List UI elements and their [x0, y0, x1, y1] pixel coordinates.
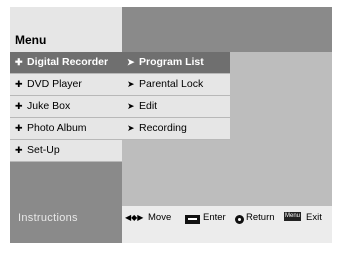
submenu-item-label: Program List [139, 56, 204, 68]
header-right-panel [122, 7, 332, 52]
submenu-item-edit[interactable]: ➤ Edit [122, 96, 230, 118]
enter-key-icon [185, 215, 200, 224]
instructions-panel: Instructions [10, 206, 122, 243]
submenu-item-recording[interactable]: ➤ Recording [122, 118, 230, 140]
dvd-menu-screen: Menu ✚ Digital Recorder ✚ DVD Player ✚ J… [10, 7, 332, 243]
move-label: Move [148, 212, 172, 223]
exit-label: Exit [306, 212, 322, 223]
arrow-icon: ➤ [127, 101, 135, 111]
plus-icon: ✚ [15, 57, 23, 67]
main-menu-item-label: Digital Recorder [27, 56, 109, 68]
main-menu-item-set-up[interactable]: ✚ Set-Up [10, 140, 122, 162]
detail-panel [230, 52, 332, 206]
enter-label: Enter [203, 212, 226, 223]
main-menu-item-juke-box[interactable]: ✚ Juke Box [10, 96, 122, 118]
arrow-icon: ➤ [127, 79, 135, 89]
main-menu-item-digital-recorder[interactable]: ✚ Digital Recorder [10, 52, 122, 74]
instructions-title: Instructions [18, 212, 78, 224]
key-guide: ◀◆▶ Move Enter Return Menu Exit [122, 206, 332, 243]
arrow-icon: ➤ [127, 123, 135, 133]
plus-icon: ✚ [15, 101, 23, 111]
plus-icon: ✚ [15, 145, 23, 155]
return-label: Return [246, 212, 275, 223]
return-key-icon [235, 215, 244, 224]
plus-icon: ✚ [15, 79, 23, 89]
menu-key-icon: Menu [284, 212, 302, 221]
main-menu-item-label: Photo Album [27, 122, 87, 134]
menu-title: Menu [15, 33, 47, 47]
main-menu-item-photo-album[interactable]: ✚ Photo Album [10, 118, 122, 140]
submenu-item-label: Edit [139, 100, 158, 112]
main-menu-item-dvd-player[interactable]: ✚ DVD Player [10, 74, 122, 96]
submenu-item-label: Recording [139, 122, 187, 134]
submenu-item-parental-lock[interactable]: ➤ Parental Lock [122, 74, 230, 96]
header-left-panel: Menu [10, 7, 122, 52]
key-guide-strip: ◀◆▶ Move Enter Return Menu Exit [122, 209, 332, 227]
arrow-keys-icon: ◀◆▶ [125, 213, 144, 222]
main-menu-item-label: Set-Up [27, 144, 60, 156]
main-menu-item-label: DVD Player [27, 78, 82, 90]
submenu-item-program-list[interactable]: ➤ Program List [122, 52, 230, 74]
instruction-bar: Instructions ◀◆▶ Move Enter Return Menu … [10, 206, 332, 243]
submenu-item-label: Parental Lock [139, 78, 204, 90]
plus-icon: ✚ [15, 123, 23, 133]
arrow-icon: ➤ [127, 57, 135, 67]
main-menu: ✚ Digital Recorder ✚ DVD Player ✚ Juke B… [10, 52, 122, 206]
submenu: ➤ Program List ➤ Parental Lock ➤ Edit ➤ … [122, 52, 230, 206]
main-menu-item-label: Juke Box [27, 100, 71, 112]
